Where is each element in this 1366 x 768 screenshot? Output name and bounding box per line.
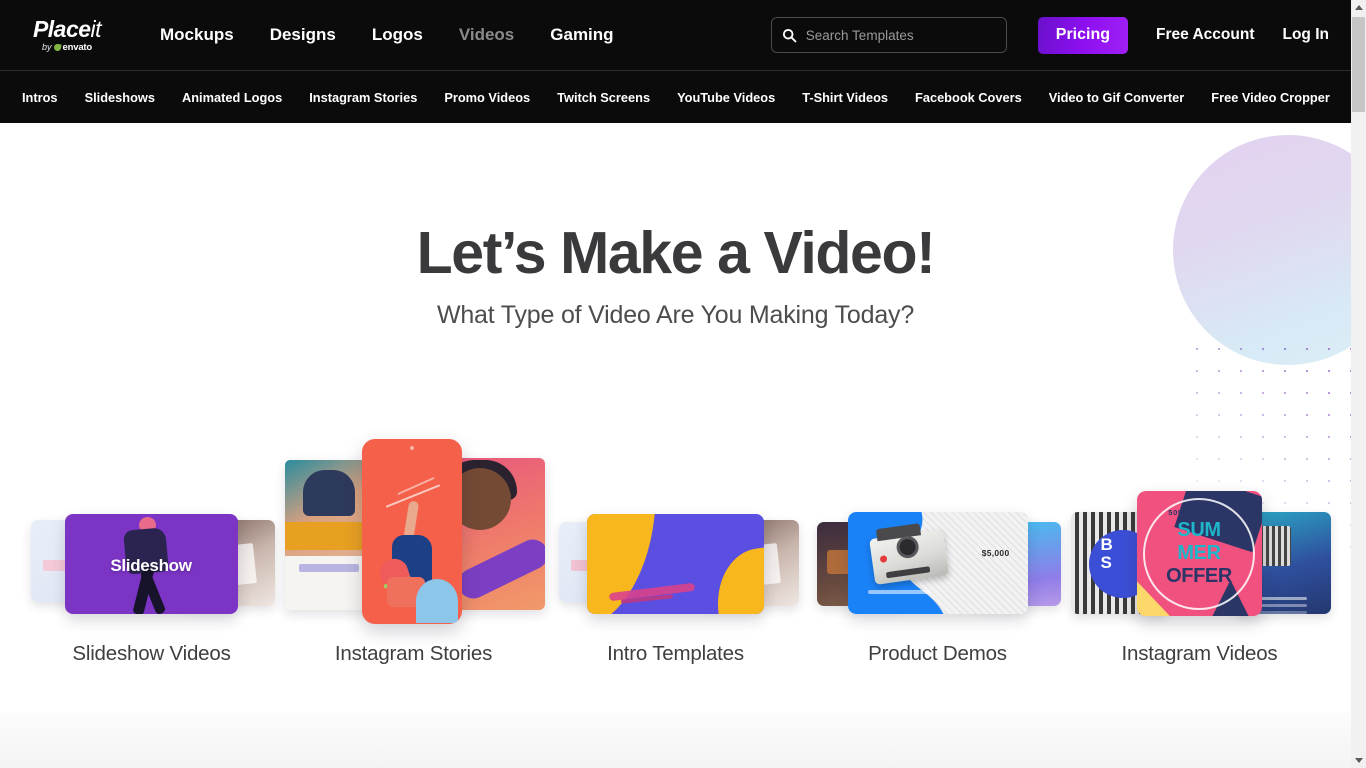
summer-text-line2: MER (1177, 541, 1221, 564)
category-card-intro-templates[interactable]: Intro Templates (545, 398, 807, 666)
scroll-down-arrow-icon[interactable] (1351, 753, 1366, 768)
subnav-item-video-to-gif-converter[interactable]: Video to Gif Converter (1049, 90, 1185, 105)
scrollbar-thumb[interactable] (1352, 17, 1365, 112)
logo-text-place: Place (32, 15, 91, 42)
instagram-videos-thumbnail-stack: BS 50% OFF SALE SUM MER OFFER (1069, 398, 1331, 628)
logo-byline: by envato (42, 43, 92, 53)
page-content: Let’s Make a Video! What Type of Video A… (0, 123, 1351, 768)
category-card-product-demos[interactable]: $5,000 Product Demos (807, 398, 1069, 666)
category-label-slideshow-videos: Slideshow Videos (72, 642, 231, 665)
envato-leaf-icon (52, 43, 62, 52)
page-subtitle: What Type of Video Are You Making Today? (436, 300, 915, 329)
login-link[interactable]: Log In (1283, 26, 1330, 44)
pricing-button[interactable]: Pricing (1037, 16, 1129, 54)
subnav-item-youtube-videos[interactable]: YouTube Videos (677, 90, 775, 105)
subnav-item-tshirt-videos[interactable]: T-Shirt Videos (802, 90, 888, 105)
product-front-card: $5,000 (847, 512, 1028, 614)
subnav-item-facebook-covers[interactable]: Facebook Covers (915, 90, 1022, 105)
subnav-item-instagram-stories[interactable]: Instagram Stories (309, 90, 417, 105)
category-card-instagram-videos[interactable]: BS 50% OFF SALE SUM MER OFFER Instagram … (1069, 398, 1331, 666)
logo-wordmark: Placeit (32, 15, 102, 42)
nav-item-designs[interactable]: Designs (270, 25, 336, 45)
subnav-item-slideshows[interactable]: Slideshows (85, 90, 155, 105)
ig-stories-front-phone-card (361, 439, 462, 624)
instagram-stories-thumbnail-stack (283, 398, 545, 628)
category-card-slideshow-videos[interactable]: Slideshow Slideshow Videos (21, 398, 283, 666)
nav-item-videos[interactable]: Videos (459, 25, 514, 45)
category-card-grid: Slideshow Slideshow Videos Instagram Sto… (0, 398, 1351, 666)
scroll-up-arrow-icon[interactable] (1351, 0, 1366, 15)
ig-videos-front-card: 50% OFF SALE SUM MER OFFER (1136, 491, 1262, 616)
footer-gradient-strip (0, 712, 1351, 768)
logo-envato-text: envato (62, 41, 93, 53)
category-card-instagram-stories[interactable]: Instagram Stories (283, 398, 545, 666)
nav-item-gaming[interactable]: Gaming (550, 25, 613, 45)
sale-badge-text: 50% OFF SALE (1168, 508, 1230, 517)
top-navigation-bar: Placeit by envato Mockups Designs Logos … (0, 0, 1351, 70)
subnav-item-intros[interactable]: Intros (22, 90, 58, 105)
hero-section: Let’s Make a Video! What Type of Video A… (0, 123, 1351, 330)
subnav-item-free-video-cropper[interactable]: Free Video Cropper (1211, 90, 1330, 105)
page-scrollbar[interactable] (1351, 0, 1366, 768)
placeit-logo[interactable]: Placeit by envato (24, 15, 110, 53)
slideshow-thumbnail-stack: Slideshow (21, 398, 283, 628)
search-icon (782, 28, 797, 42)
browser-viewport: Placeit by envato Mockups Designs Logos … (0, 0, 1366, 768)
category-label-intro-templates: Intro Templates (607, 642, 744, 665)
intro-templates-thumbnail-stack (545, 398, 807, 628)
page-title: Let’s Make a Video! (416, 220, 936, 286)
primary-nav: Mockups Designs Logos Videos Gaming (160, 25, 614, 45)
search-input[interactable] (805, 27, 996, 43)
category-label-instagram-stories: Instagram Stories (334, 642, 493, 665)
summer-text-line3: OFFER (1166, 564, 1232, 587)
summer-text-line1: SUM (1177, 518, 1221, 541)
subnav-item-promo-videos[interactable]: Promo Videos (444, 90, 530, 105)
category-label-instagram-videos: Instagram Videos (1121, 642, 1278, 665)
subnav-item-animated-logos[interactable]: Animated Logos (182, 90, 282, 105)
subnav-item-twitch-screens[interactable]: Twitch Screens (557, 90, 650, 105)
phone-camera-notch-icon (409, 446, 414, 450)
product-price-label: $5,000 (981, 548, 1010, 558)
logo-by-text: by (42, 42, 52, 52)
summer-offer-text-block: 50% OFF SALE SUM MER OFFER (1137, 509, 1262, 586)
intro-front-card (586, 514, 764, 614)
category-label-product-demos: Product Demos (868, 642, 1007, 665)
nav-item-mockups[interactable]: Mockups (160, 25, 234, 45)
nav-item-logos[interactable]: Logos (372, 25, 423, 45)
logo-text-it: it (90, 15, 102, 42)
slideshow-front-card: Slideshow (64, 514, 238, 614)
category-sub-navigation: Intros Slideshows Animated Logos Instagr… (0, 70, 1351, 123)
slideshow-overlay-text: Slideshow (110, 556, 192, 575)
product-demos-thumbnail-stack: $5,000 (807, 398, 1069, 628)
top-bar-right-group: Pricing Free Account Log In (770, 16, 1351, 54)
search-box[interactable] (770, 17, 1007, 53)
free-account-link[interactable]: Free Account (1156, 26, 1254, 44)
